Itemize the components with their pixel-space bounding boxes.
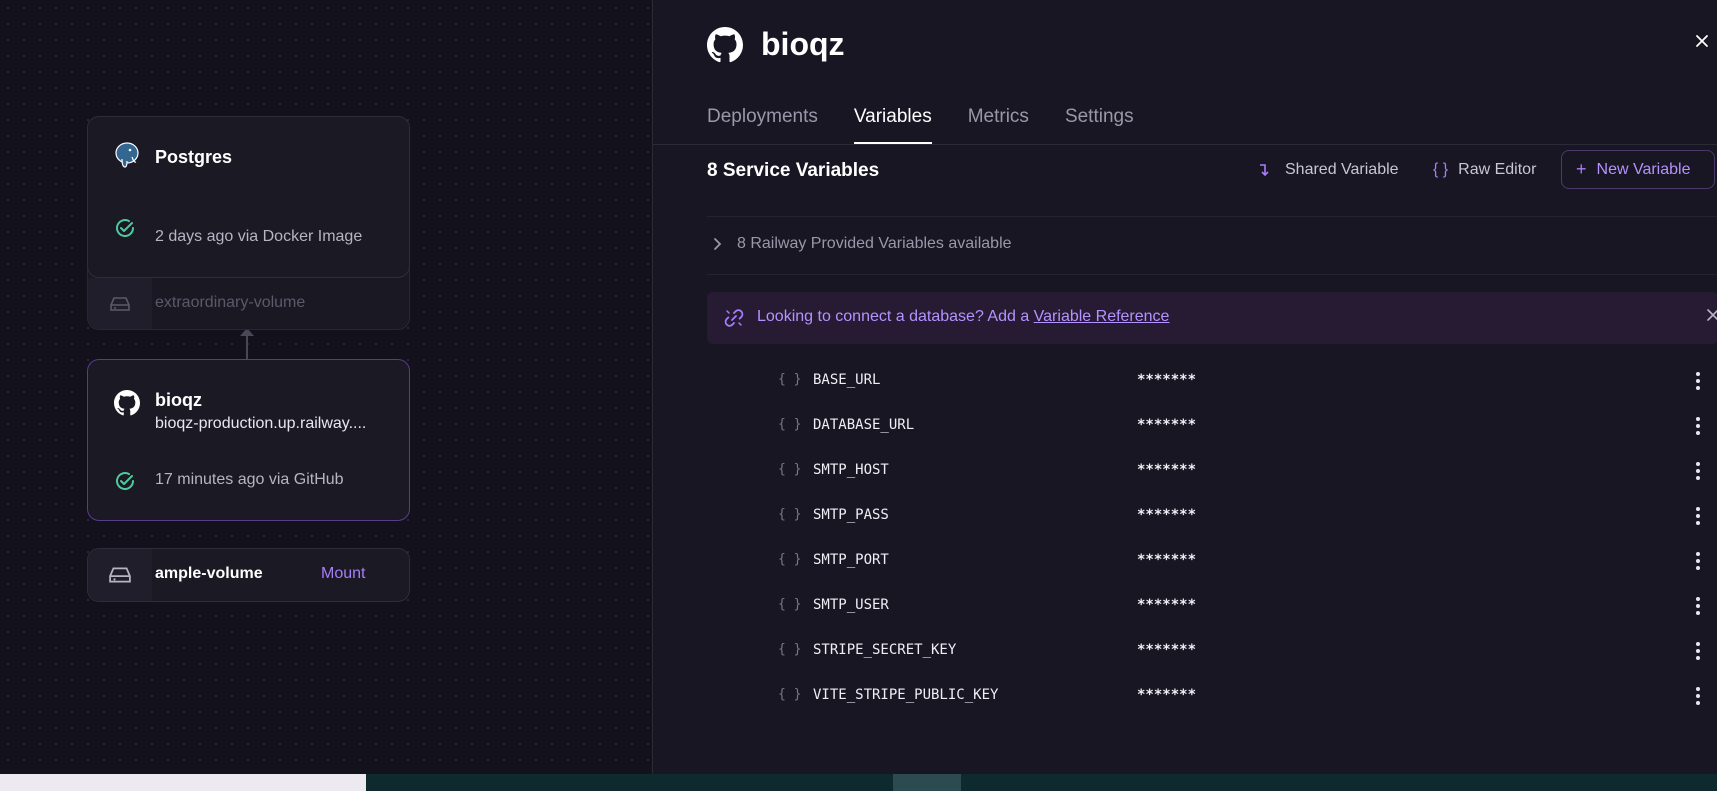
raw-editor-label: Raw Editor xyxy=(1458,160,1537,178)
more-options-icon[interactable] xyxy=(1689,594,1707,618)
variable-name: VITE_STRIPE_PUBLIC_KEY xyxy=(813,687,999,703)
braces-icon: { } xyxy=(778,372,802,387)
variable-reference-link[interactable]: Variable Reference xyxy=(1034,308,1170,325)
success-check-icon xyxy=(116,219,135,237)
tab-settings[interactable]: Settings xyxy=(1065,106,1134,144)
plus-icon: + xyxy=(1576,159,1587,179)
braces-icon: { } xyxy=(778,417,802,432)
variable-row[interactable]: { } SMTP_PASS ******* xyxy=(707,498,1717,538)
more-options-icon[interactable] xyxy=(1689,414,1707,438)
bioqz-service-card[interactable]: bioqz bioqz-production.up.railway.... 17… xyxy=(87,359,410,521)
banner-message: Looking to connect a database? Add a xyxy=(757,308,1030,325)
bioqz-deploy-status: 17 minutes ago via GitHub xyxy=(155,471,344,488)
panel-header: bioqz xyxy=(707,26,845,63)
braces-icon: { } xyxy=(778,642,802,657)
variable-row[interactable]: { } DATABASE_URL ******* xyxy=(707,408,1717,448)
variable-row[interactable]: { } SMTP_HOST ******* xyxy=(707,453,1717,493)
os-taskbar xyxy=(0,774,1717,791)
braces-icon: { } xyxy=(1433,160,1449,178)
tab-variables[interactable]: Variables xyxy=(853,106,932,144)
section-title: 8 Service Variables xyxy=(707,160,880,181)
variable-name: SMTP_USER xyxy=(813,597,889,613)
service-url[interactable]: bioqz-production.up.railway.... xyxy=(155,415,366,433)
variable-name: SMTP_PASS xyxy=(813,507,889,523)
postgres-title: Postgres xyxy=(155,147,233,167)
ample-volume-card[interactable]: ample-volume Mount xyxy=(87,548,410,602)
braces-icon: { } xyxy=(778,462,802,477)
more-options-icon[interactable] xyxy=(1689,639,1707,663)
variable-row[interactable]: { } SMTP_PORT ******* xyxy=(707,543,1717,583)
success-check-icon xyxy=(116,472,135,490)
variable-value[interactable]: ******* xyxy=(1137,597,1196,613)
shared-variable-button[interactable]: Shared Variable xyxy=(1257,150,1399,189)
variable-value[interactable]: ******* xyxy=(1137,372,1196,388)
github-icon xyxy=(707,26,743,62)
mount-button[interactable]: Mount xyxy=(321,565,365,583)
raw-editor-button[interactable]: { } Raw Editor xyxy=(1433,150,1536,189)
project-canvas[interactable]: extraordinary-volume Postgres 2 days ago… xyxy=(0,0,652,774)
variable-name: STRIPE_SECRET_KEY xyxy=(813,642,957,658)
postgres-elephant-icon xyxy=(115,142,139,168)
divider xyxy=(707,274,1717,275)
more-options-icon[interactable] xyxy=(1689,684,1707,708)
postgres-deploy-status: 2 days ago via Docker Image xyxy=(155,228,363,245)
database-hint-banner: Looking to connect a database? Add a Var… xyxy=(707,292,1717,344)
braces-icon: { } xyxy=(778,597,802,612)
tabs-divider xyxy=(653,144,1717,145)
volume-name: ample-volume xyxy=(155,565,263,582)
variable-value[interactable]: ******* xyxy=(1137,507,1196,523)
variable-row[interactable]: { } VITE_STRIPE_PUBLIC_KEY ******* xyxy=(707,678,1717,718)
variable-value[interactable]: ******* xyxy=(1137,462,1196,478)
variable-name: DATABASE_URL xyxy=(813,417,915,433)
new-variable-label: New Variable xyxy=(1596,160,1691,178)
more-options-icon[interactable] xyxy=(1689,549,1707,573)
close-panel-icon[interactable] xyxy=(1695,34,1709,48)
panel-tabs: Deployments Variables Metrics Settings xyxy=(707,106,1170,144)
provided-variables-toggle[interactable]: 8 Railway Provided Variables available xyxy=(713,235,1012,253)
link-icon xyxy=(724,309,744,327)
chevron-right-icon xyxy=(714,238,722,250)
banner-text: Looking to connect a database? Add a Var… xyxy=(757,308,1169,326)
attached-volume-name: extraordinary-volume xyxy=(155,294,306,311)
variable-name: BASE_URL xyxy=(813,372,881,388)
tab-deployments[interactable]: Deployments xyxy=(707,106,818,144)
shared-variable-label: Shared Variable xyxy=(1285,160,1399,178)
variable-value[interactable]: ******* xyxy=(1137,642,1196,658)
variable-name: SMTP_HOST xyxy=(813,462,889,478)
hard-drive-icon xyxy=(109,567,131,583)
tab-metrics[interactable]: Metrics xyxy=(968,106,1029,144)
panel-title: bioqz xyxy=(761,26,845,62)
arrow-down-right-icon xyxy=(1260,163,1269,176)
taskbar-segment xyxy=(893,774,961,791)
more-options-icon[interactable] xyxy=(1689,369,1707,393)
braces-icon: { } xyxy=(778,507,802,522)
close-banner-icon[interactable] xyxy=(1707,309,1717,321)
volume-icon-box xyxy=(88,549,152,601)
variable-row[interactable]: { } STRIPE_SECRET_KEY ******* xyxy=(707,633,1717,673)
more-options-icon[interactable] xyxy=(1689,504,1707,528)
new-variable-button[interactable]: + New Variable xyxy=(1561,150,1715,189)
more-options-icon[interactable] xyxy=(1689,459,1707,483)
postgres-service-card[interactable]: Postgres 2 days ago via Docker Image xyxy=(87,116,410,278)
taskbar-segment xyxy=(0,774,366,791)
service-panel: bioqz Deployments Variables Metrics Sett… xyxy=(652,0,1717,774)
braces-icon: { } xyxy=(778,687,802,702)
variable-row[interactable]: { } BASE_URL ******* xyxy=(707,363,1717,403)
variable-name: SMTP_PORT xyxy=(813,552,889,568)
bioqz-title: bioqz xyxy=(155,390,202,410)
variable-row[interactable]: { } SMTP_USER ******* xyxy=(707,588,1717,628)
variable-value[interactable]: ******* xyxy=(1137,417,1196,433)
volume-icon-box xyxy=(88,278,152,329)
github-icon xyxy=(114,390,140,416)
divider xyxy=(707,216,1717,217)
braces-icon: { } xyxy=(778,552,802,567)
provided-variables-label: 8 Railway Provided Variables available xyxy=(737,235,1012,252)
hard-drive-icon xyxy=(110,296,130,311)
variable-value[interactable]: ******* xyxy=(1137,552,1196,568)
variable-value[interactable]: ******* xyxy=(1137,687,1196,703)
service-connector xyxy=(246,332,248,360)
